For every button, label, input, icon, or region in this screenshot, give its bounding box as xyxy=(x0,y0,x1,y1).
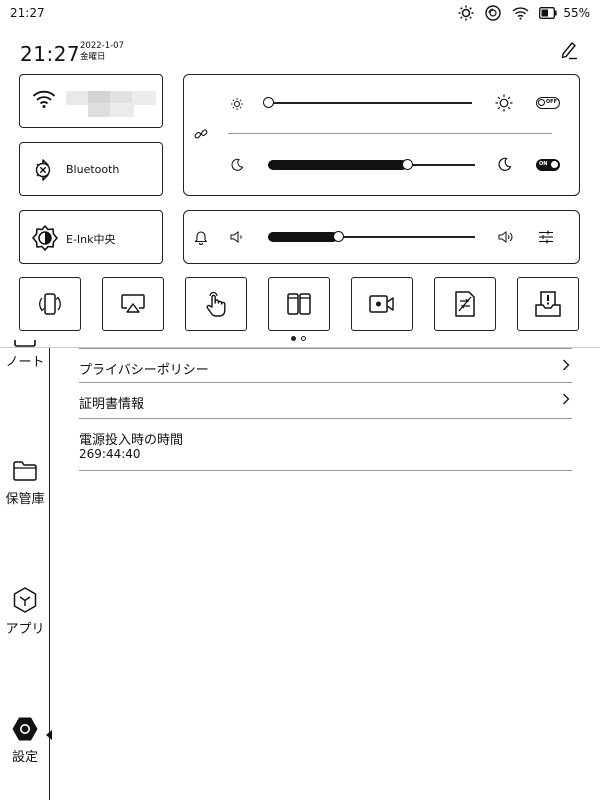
touch-button[interactable] xyxy=(185,277,247,331)
screen-record-button[interactable] xyxy=(351,277,413,331)
front-light-toggle[interactable]: OFF xyxy=(536,97,560,109)
date-text: 2022-1-07 xyxy=(80,41,124,51)
wifi-icon xyxy=(32,90,56,108)
sidebar-item-notes[interactable]: ノート xyxy=(0,340,50,370)
warm-light-low-icon xyxy=(231,158,244,171)
notebook-icon xyxy=(14,340,36,347)
wifi-icon xyxy=(512,7,529,20)
weekday-text: 金曜日 xyxy=(80,52,106,62)
screenshot-tray-icon xyxy=(535,291,561,317)
screenshot-button[interactable] xyxy=(517,277,579,331)
list-item-value: 269:44:40 xyxy=(79,447,141,461)
list-item[interactable]: 証明書情報 xyxy=(79,383,572,419)
battery-icon xyxy=(539,7,557,19)
warm-light-high-icon xyxy=(498,157,512,171)
sound-settings-icon[interactable] xyxy=(538,230,554,244)
status-bar: 21:27 55% xyxy=(0,0,600,26)
sidebar-item-label: 保管庫 xyxy=(5,492,45,507)
eink-center-icon xyxy=(32,225,58,251)
status-icons: 55% xyxy=(458,4,590,22)
settings-content: プライバシーポリシー 証明書情報 電源投入時の時間 269:44:40 xyxy=(79,348,572,471)
warm-light-toggle-label: ON xyxy=(539,161,548,167)
touch-icon xyxy=(206,291,226,317)
battery-percent: 55% xyxy=(563,6,590,20)
edit-icon[interactable] xyxy=(560,40,578,60)
list-item-label: プライバシーポリシー xyxy=(79,363,209,378)
panel-date: 2022-1-07 金曜日 xyxy=(80,41,124,63)
selected-indicator xyxy=(46,730,52,740)
eink-center-label: E-Ink中央 xyxy=(66,233,116,246)
warm-light-slider-knob[interactable] xyxy=(402,159,413,170)
volume-high-icon xyxy=(498,231,513,243)
sync-icon xyxy=(485,5,502,21)
link-icon[interactable] xyxy=(194,127,208,141)
settings-icon xyxy=(12,717,38,741)
status-time: 21:27 xyxy=(10,6,45,20)
cast-screen-button[interactable] xyxy=(102,277,164,331)
brightness-control: OFF ON xyxy=(183,74,580,196)
list-item-label: 証明書情報 xyxy=(79,397,145,412)
front-light-slider-knob[interactable] xyxy=(263,97,274,108)
list-item-label: 電源投入時の時間 xyxy=(79,433,184,448)
wifi-tile[interactable] xyxy=(19,74,163,128)
sidebar: ノート 保管庫 アプリ 設定 xyxy=(0,340,52,800)
divider xyxy=(228,133,552,134)
sidebar-item-label: アプリ xyxy=(5,622,45,637)
volume-slider-fill xyxy=(268,232,338,242)
folder-icon xyxy=(13,461,37,481)
rotate-screen-icon xyxy=(39,293,61,315)
chevron-right-icon xyxy=(563,359,570,371)
quick-settings-panel: 21:27 2022-1-07 金曜日 Bluetooth E-Ink中央 OF… xyxy=(0,26,600,348)
screen-record-icon xyxy=(369,295,394,313)
sidebar-item-library[interactable]: 保管庫 xyxy=(0,460,50,507)
front-light-slider-track[interactable] xyxy=(268,102,472,104)
front-light-toggle-label: OFF xyxy=(545,99,557,105)
cast-screen-icon xyxy=(121,294,145,313)
apps-icon xyxy=(13,587,37,613)
warm-light-toggle[interactable]: ON xyxy=(536,159,560,171)
list-item[interactable]: プライバシーポリシー xyxy=(79,348,572,383)
warm-light-slider-fill xyxy=(268,160,407,170)
volume-control xyxy=(183,210,580,264)
sidebar-item-label: 設定 xyxy=(11,750,38,765)
sidebar-item-label: ノート xyxy=(5,355,45,370)
chevron-right-icon xyxy=(563,393,570,405)
wifi-network-name-redacted xyxy=(66,89,162,117)
pager-dot-active[interactable] xyxy=(291,336,296,341)
front-light-high-icon xyxy=(495,94,513,112)
panel-pager[interactable] xyxy=(291,336,306,341)
front-light-low-icon xyxy=(231,98,243,110)
no-refresh-button[interactable] xyxy=(434,277,496,331)
bluetooth-label: Bluetooth xyxy=(66,163,120,176)
split-screen-button[interactable] xyxy=(268,277,330,331)
eink-center-tile[interactable]: E-Ink中央 xyxy=(19,210,163,264)
brightness-icon xyxy=(458,5,474,21)
bell-icon[interactable] xyxy=(194,229,208,245)
split-screen-icon xyxy=(287,293,311,315)
bluetooth-off-icon xyxy=(35,159,51,181)
sidebar-item-settings[interactable]: 設定 xyxy=(0,716,50,765)
pager-dot[interactable] xyxy=(301,336,306,341)
volume-low-icon xyxy=(230,231,242,243)
sidebar-item-apps[interactable]: アプリ xyxy=(0,586,50,637)
panel-clock: 21:27 xyxy=(20,42,81,66)
volume-slider-knob[interactable] xyxy=(333,231,344,242)
bluetooth-tile[interactable]: Bluetooth xyxy=(19,142,163,196)
rotate-screen-button[interactable] xyxy=(19,277,81,331)
list-item: 電源投入時の時間 269:44:40 xyxy=(79,419,572,471)
no-refresh-icon xyxy=(455,291,475,317)
